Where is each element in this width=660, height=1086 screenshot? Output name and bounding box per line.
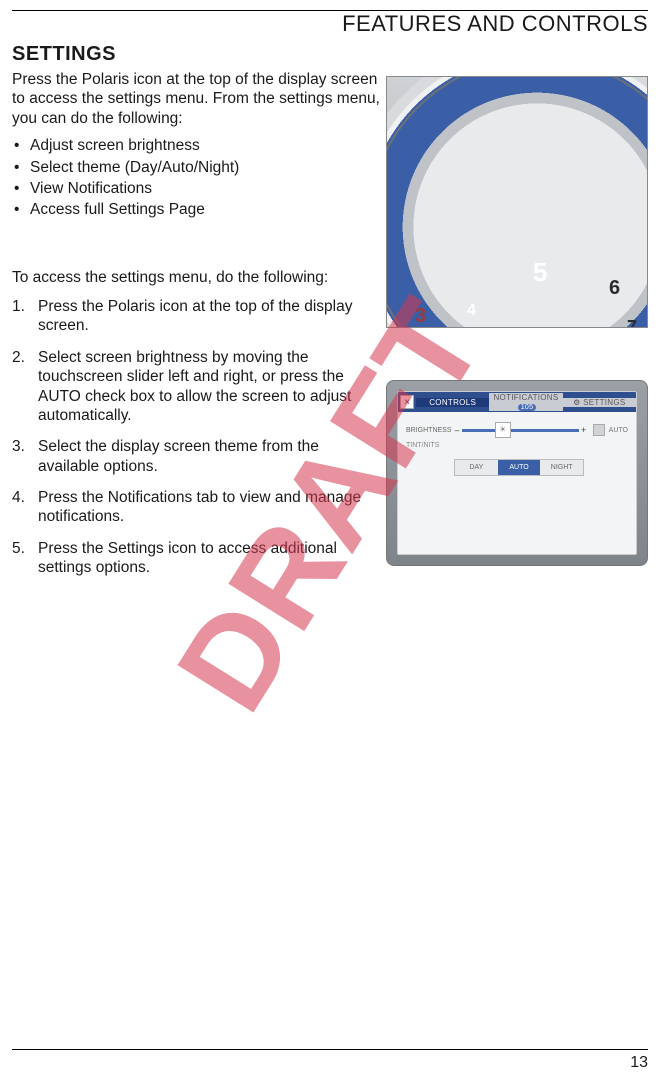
tab-settings-label: SETTINGS bbox=[583, 398, 625, 407]
theme-selector: DAY AUTO NIGHT bbox=[454, 459, 584, 476]
page-number: 13 bbox=[12, 1054, 648, 1072]
header-breadcrumb: FEATURES AND CONTROLS bbox=[12, 11, 648, 37]
steps-list: Press the Polaris icon at the top of the… bbox=[12, 297, 380, 578]
gauge-tick-5: 5 bbox=[533, 257, 547, 288]
auto-checkbox[interactable] bbox=[593, 424, 605, 436]
list-item: Select theme (Day/Auto/Night) bbox=[12, 158, 380, 177]
settings-capabilities-list: Adjust screen brightness Select theme (D… bbox=[12, 136, 380, 220]
auto-label: AUTO bbox=[609, 427, 628, 434]
figure-gauge: 3 4 5 6 7 bbox=[386, 76, 648, 328]
gauge-tick-3: 3 bbox=[415, 305, 426, 328]
list-item: Select screen brightness by moving the t… bbox=[12, 348, 380, 426]
theme-auto-button[interactable]: AUTO bbox=[498, 460, 541, 475]
figure-settings-popup: × CONTROLS NOTIFICATIONS 105 ⚙ SETTINGS … bbox=[386, 380, 648, 566]
tab-notifications[interactable]: NOTIFICATIONS 105 bbox=[489, 393, 562, 411]
close-icon[interactable]: × bbox=[400, 395, 414, 409]
notifications-badge: 105 bbox=[518, 404, 537, 411]
list-item: View Notifications bbox=[12, 179, 380, 198]
theme-night-button[interactable]: NIGHT bbox=[540, 460, 583, 475]
tab-notifications-label: NOTIFICATIONS bbox=[493, 393, 558, 402]
tab-settings[interactable]: ⚙ SETTINGS bbox=[563, 398, 636, 407]
list-item: Press the Settings icon to access additi… bbox=[12, 539, 380, 578]
list-item: Press the Polaris icon at the top of the… bbox=[12, 297, 380, 336]
brightness-increase[interactable]: + bbox=[579, 425, 589, 435]
list-item: Adjust screen brightness bbox=[12, 136, 380, 155]
intro-paragraph: Press the Polaris icon at the top of the… bbox=[12, 70, 380, 128]
brightness-label: BRIGHTNESS bbox=[406, 427, 452, 434]
gauge-tick-6: 6 bbox=[609, 277, 620, 300]
brightness-slider[interactable] bbox=[462, 429, 579, 432]
list-item: Access full Settings Page bbox=[12, 200, 380, 219]
gauge-tick-4: 4 bbox=[467, 302, 476, 320]
tab-controls[interactable]: CONTROLS bbox=[416, 398, 489, 407]
list-item: Select the display screen theme from the… bbox=[12, 437, 380, 476]
access-intro: To access the settings menu, do the foll… bbox=[12, 268, 380, 287]
theme-day-button[interactable]: DAY bbox=[455, 460, 498, 475]
gear-icon: ⚙ bbox=[573, 398, 580, 407]
gauge-tick-7: 7 bbox=[627, 317, 637, 328]
section-title: SETTINGS bbox=[12, 43, 648, 66]
list-item: Press the Notifications tab to view and … bbox=[12, 488, 380, 527]
brightness-decrease[interactable]: – bbox=[452, 425, 462, 435]
tint-label: TINT/NITS bbox=[398, 440, 636, 451]
